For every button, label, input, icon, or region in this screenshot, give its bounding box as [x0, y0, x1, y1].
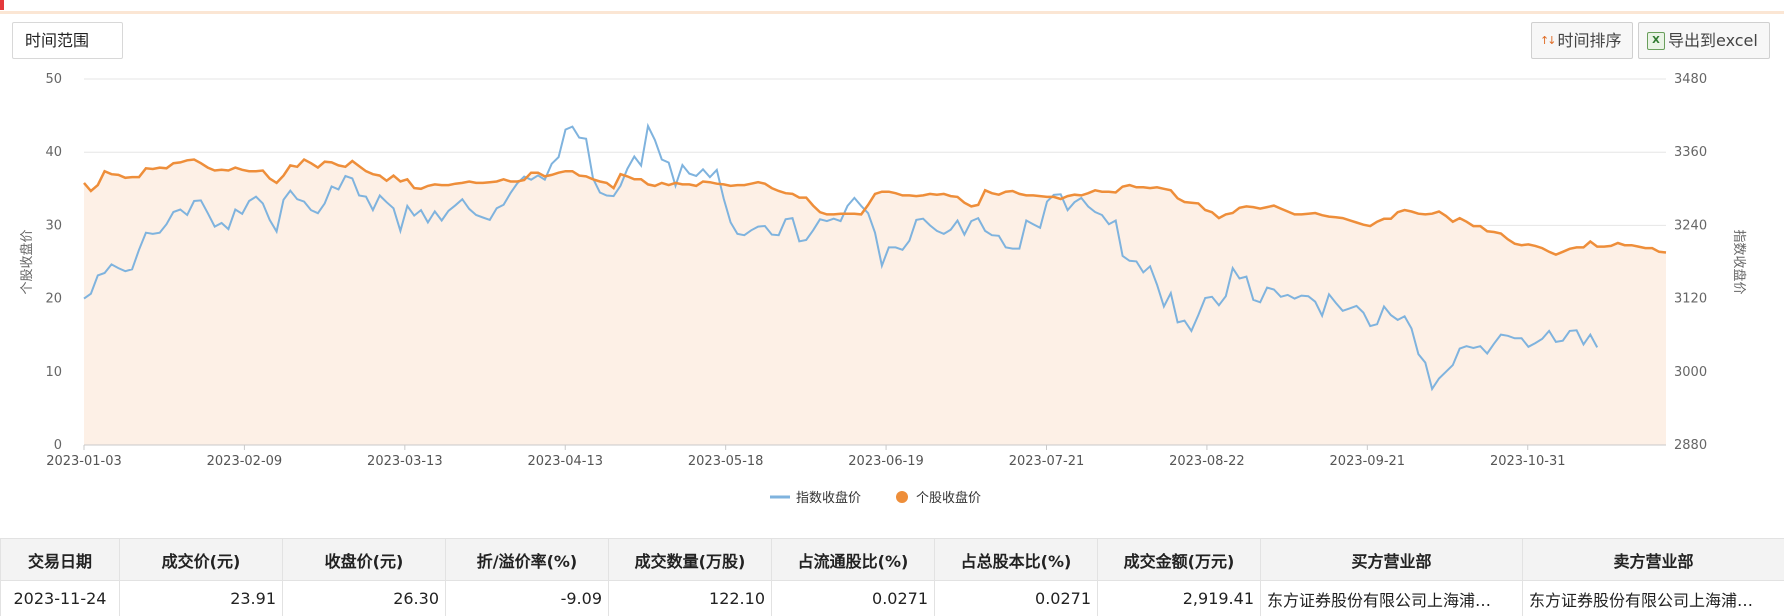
- export-excel-button[interactable]: X 导出到excel: [1638, 22, 1770, 59]
- cell-volume: 122.10: [608, 580, 772, 616]
- right-y-tick-label: 3240: [1674, 218, 1707, 233]
- table-row: 2023-11-24 23.91 26.30 -9.09 122.10 0.02…: [0, 580, 1784, 616]
- left-y-tick-label: 20: [45, 292, 62, 307]
- cell-premium-rate: -9.09: [445, 580, 609, 616]
- excel-icon: X: [1647, 31, 1665, 50]
- legend-stock-swatch: [896, 491, 908, 503]
- left-y-tick-label: 0: [54, 438, 62, 453]
- right-y-tick-label: 2880: [1674, 438, 1707, 453]
- x-tick-label: 2023-06-19: [848, 454, 924, 469]
- left-y-tick-label: 40: [45, 145, 62, 160]
- sort-arrows-icon: ↑↓: [1540, 34, 1557, 47]
- section-header-strip: [0, 0, 1784, 14]
- x-tick-label: 2023-10-31: [1490, 454, 1566, 469]
- block-trade-page: 时间范围 ↑↓ 时间排序 X 导出到excel 0 10 20 30 40 50 2880 3…: [0, 0, 1784, 616]
- export-excel-label: 导出到excel: [1668, 31, 1758, 50]
- col-header-float-ratio[interactable]: 占流通股比(%): [771, 538, 935, 581]
- right-y-tick-label: 3480: [1674, 72, 1707, 87]
- block-trade-table: 交易日期 成交价(元) 收盘价(元) 折/溢价率(%) 成交数量(万股) 占流通…: [0, 538, 1784, 616]
- cell-close-price: 26.30: [282, 580, 446, 616]
- sort-by-time-label: 时间排序: [1557, 31, 1622, 50]
- table-header-row: 交易日期 成交价(元) 收盘价(元) 折/溢价率(%) 成交数量(万股) 占流通…: [0, 538, 1784, 581]
- price-chart: 0 10 20 30 40 50 2880 3000 3120 3240 3360 3480 个股收盘价…: [19, 72, 1747, 506]
- x-tick-label: 2023-04-13: [527, 454, 603, 469]
- left-y-tick-label: 30: [45, 218, 62, 233]
- x-tick-label: 2023-07-21: [1009, 454, 1085, 469]
- col-header-volume[interactable]: 成交数量(万股): [608, 538, 772, 581]
- col-header-amount[interactable]: 成交金额(万元): [1097, 538, 1261, 581]
- cell-amount: 2,919.41: [1097, 580, 1261, 616]
- time-range-select[interactable]: 时间范围: [12, 22, 123, 59]
- sort-by-time-button[interactable]: ↑↓ 时间排序: [1531, 22, 1633, 59]
- right-y-tick-label: 3120: [1674, 292, 1707, 307]
- cell-trade-date: 2023-11-24: [0, 580, 120, 616]
- cell-seller[interactable]: 东方证券股份有限公司上海浦…: [1522, 580, 1784, 616]
- col-header-trade-date[interactable]: 交易日期: [0, 538, 120, 581]
- x-tick-label: 2023-02-09: [207, 454, 283, 469]
- right-y-tick-label: 3000: [1674, 365, 1707, 380]
- stock-price-area: [84, 159, 1666, 445]
- col-header-total-ratio[interactable]: 占总股本比(%): [934, 538, 1098, 581]
- x-tick-label: 2023-05-18: [688, 454, 764, 469]
- col-header-close-price[interactable]: 收盘价(元): [282, 538, 446, 581]
- x-tick-label: 2023-03-13: [367, 454, 443, 469]
- x-tick-label: 2023-08-22: [1169, 454, 1245, 469]
- left-axis-title: 个股收盘价: [19, 229, 35, 294]
- cell-float-ratio: 0.0271: [771, 580, 935, 616]
- col-header-premium-rate[interactable]: 折/溢价率(%): [445, 538, 609, 581]
- col-header-buyer[interactable]: 买方营业部: [1260, 538, 1523, 581]
- cell-buyer[interactable]: 东方证券股份有限公司上海浦…: [1260, 580, 1523, 616]
- col-header-seller[interactable]: 卖方营业部: [1522, 538, 1784, 581]
- right-axis-title: 指数收盘价: [1731, 229, 1747, 294]
- cell-total-ratio: 0.0271: [934, 580, 1098, 616]
- col-header-deal-price[interactable]: 成交价(元): [119, 538, 283, 581]
- legend-stock-label: 个股收盘价: [916, 490, 981, 506]
- left-y-tick-label: 50: [45, 72, 62, 87]
- cell-deal-price: 23.91: [119, 580, 283, 616]
- x-tick-label: 2023-09-21: [1330, 454, 1406, 469]
- section-accent-mark: [0, 0, 4, 10]
- x-tick-label: 2023-01-03: [46, 454, 122, 469]
- legend-index-label: 指数收盘价: [796, 490, 861, 506]
- left-y-tick-label: 10: [45, 365, 62, 380]
- right-y-tick-label: 3360: [1674, 145, 1707, 160]
